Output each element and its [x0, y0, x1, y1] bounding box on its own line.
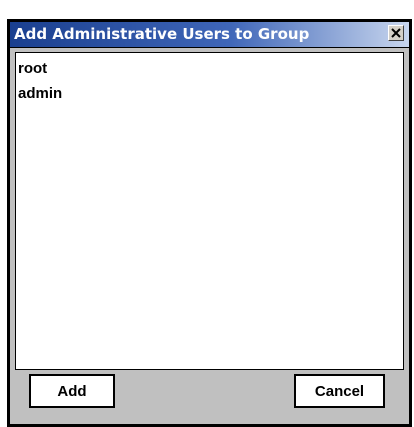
dialog-titlebar[interactable]: Add Administrative Users to Group [10, 22, 409, 48]
close-icon [391, 28, 401, 38]
add-button[interactable]: Add [29, 374, 115, 408]
add-admin-users-dialog: Add Administrative Users to Group root a… [7, 19, 412, 427]
cancel-button[interactable]: Cancel [294, 374, 385, 408]
user-list[interactable]: root admin [15, 52, 404, 370]
list-item-root[interactable]: root [18, 56, 403, 81]
button-bar: Add Cancel [10, 366, 409, 424]
close-button[interactable] [388, 25, 404, 41]
list-item-admin[interactable]: admin [18, 81, 403, 106]
dialog-title: Add Administrative Users to Group [14, 25, 310, 43]
